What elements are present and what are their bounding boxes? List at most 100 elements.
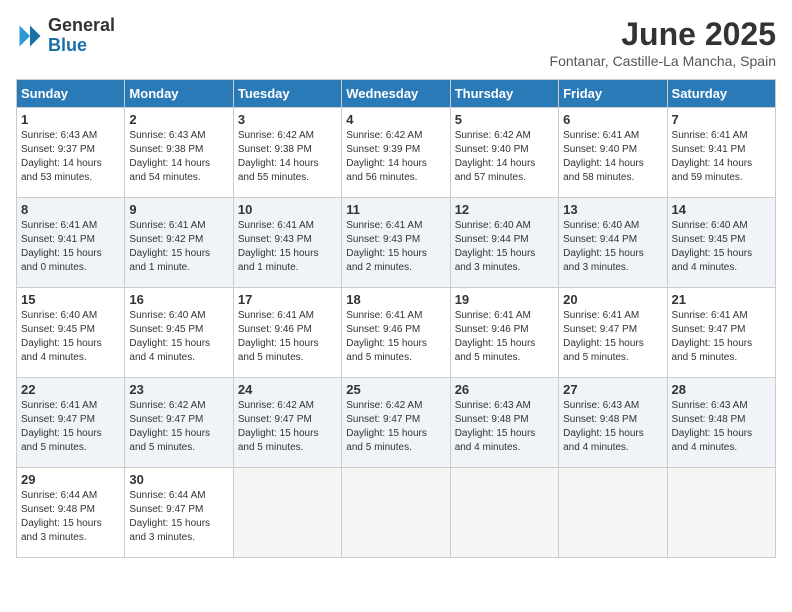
page-header: General Blue June 2025 Fontanar, Castill… bbox=[16, 16, 776, 69]
day-number: 15 bbox=[21, 292, 120, 307]
logo-general: General bbox=[48, 16, 115, 36]
calendar-day-cell: 9 Sunrise: 6:41 AMSunset: 9:42 PMDaylight… bbox=[125, 198, 233, 288]
day-info: Sunrise: 6:43 AMSunset: 9:48 PMDaylight:… bbox=[672, 399, 771, 455]
calendar-day-cell: 13 Sunrise: 6:40 AMSunset: 9:44 PMDayligh… bbox=[559, 198, 667, 288]
day-info: Sunrise: 6:42 AMSunset: 9:47 PMDaylight:… bbox=[129, 399, 228, 455]
day-info: Sunrise: 6:43 AMSunset: 9:48 PMDaylight:… bbox=[455, 399, 554, 455]
day-info: Sunrise: 6:42 AMSunset: 9:39 PMDaylight:… bbox=[346, 129, 445, 185]
calendar-day-cell: 1 Sunrise: 6:43 AMSunset: 9:37 PMDaylight… bbox=[17, 108, 125, 198]
day-info: Sunrise: 6:41 AMSunset: 9:47 PMDaylight:… bbox=[21, 399, 120, 455]
calendar-day-cell: 2Sunrise: 6:43 AMSunset: 9:38 PMDaylight… bbox=[125, 108, 233, 198]
day-number: 8 bbox=[21, 202, 120, 217]
calendar-week-row: 1 Sunrise: 6:43 AMSunset: 9:37 PMDaylight… bbox=[17, 108, 776, 198]
day-number: 11 bbox=[346, 202, 445, 217]
calendar-week-row: 29Sunrise: 6:44 AMSunset: 9:48 PMDayligh… bbox=[17, 468, 776, 558]
calendar-day-cell: 25 Sunrise: 6:42 AMSunset: 9:47 PMDayligh… bbox=[342, 378, 450, 468]
day-number: 18 bbox=[346, 292, 445, 307]
day-number: 7 bbox=[672, 112, 771, 127]
day-number: 26 bbox=[455, 382, 554, 397]
weekday-header: Monday bbox=[125, 80, 233, 108]
calendar-day-cell: 19 Sunrise: 6:41 AMSunset: 9:46 PMDayligh… bbox=[450, 288, 558, 378]
calendar-week-row: 15 Sunrise: 6:40 AMSunset: 9:45 PMDayligh… bbox=[17, 288, 776, 378]
day-number: 23 bbox=[129, 382, 228, 397]
day-info: Sunrise: 6:42 AMSunset: 9:38 PMDaylight:… bbox=[238, 129, 337, 185]
logo: General Blue bbox=[16, 16, 115, 56]
logo-blue: Blue bbox=[48, 36, 115, 56]
day-number: 9 bbox=[129, 202, 228, 217]
day-number: 6 bbox=[563, 112, 662, 127]
day-number: 3 bbox=[238, 112, 337, 127]
calendar-day-cell bbox=[667, 468, 775, 558]
weekday-header: Thursday bbox=[450, 80, 558, 108]
calendar-day-cell bbox=[559, 468, 667, 558]
calendar-day-cell: 28 Sunrise: 6:43 AMSunset: 9:48 PMDayligh… bbox=[667, 378, 775, 468]
calendar-day-cell: 3 Sunrise: 6:42 AMSunset: 9:38 PMDaylight… bbox=[233, 108, 341, 198]
day-number: 12 bbox=[455, 202, 554, 217]
day-info: Sunrise: 6:41 AMSunset: 9:47 PMDaylight:… bbox=[563, 309, 662, 365]
day-number: 2 bbox=[129, 112, 228, 127]
day-info: Sunrise: 6:40 AMSunset: 9:45 PMDaylight:… bbox=[672, 219, 771, 275]
calendar-header-row: SundayMondayTuesdayWednesdayThursdayFrid… bbox=[17, 80, 776, 108]
calendar-day-cell: 18 Sunrise: 6:41 AMSunset: 9:46 PMDayligh… bbox=[342, 288, 450, 378]
calendar-day-cell: 20Sunrise: 6:41 AMSunset: 9:47 PMDayligh… bbox=[559, 288, 667, 378]
day-info: Sunrise: 6:40 AMSunset: 9:44 PMDaylight:… bbox=[455, 219, 554, 275]
calendar-day-cell: 11 Sunrise: 6:41 AMSunset: 9:43 PMDayligh… bbox=[342, 198, 450, 288]
calendar-day-cell: 27 Sunrise: 6:43 AMSunset: 9:48 PMDayligh… bbox=[559, 378, 667, 468]
month-title: June 2025 bbox=[550, 16, 776, 53]
calendar-table: SundayMondayTuesdayWednesdayThursdayFrid… bbox=[16, 79, 776, 558]
calendar-day-cell: 8Sunrise: 6:41 AMSunset: 9:41 PMDaylight… bbox=[17, 198, 125, 288]
day-number: 30 bbox=[129, 472, 228, 487]
calendar-day-cell: 22 Sunrise: 6:41 AMSunset: 9:47 PMDayligh… bbox=[17, 378, 125, 468]
title-area: June 2025 Fontanar, Castille-La Mancha, … bbox=[550, 16, 776, 69]
day-number: 27 bbox=[563, 382, 662, 397]
day-number: 22 bbox=[21, 382, 120, 397]
day-info: Sunrise: 6:43 AMSunset: 9:48 PMDaylight:… bbox=[563, 399, 662, 455]
calendar-day-cell bbox=[233, 468, 341, 558]
day-number: 17 bbox=[238, 292, 337, 307]
day-number: 1 bbox=[21, 112, 120, 127]
day-number: 16 bbox=[129, 292, 228, 307]
day-number: 13 bbox=[563, 202, 662, 217]
calendar-day-cell: 24 Sunrise: 6:42 AMSunset: 9:47 PMDayligh… bbox=[233, 378, 341, 468]
day-info: Sunrise: 6:40 AMSunset: 9:45 PMDaylight:… bbox=[21, 309, 120, 365]
calendar-day-cell: 4 Sunrise: 6:42 AMSunset: 9:39 PMDaylight… bbox=[342, 108, 450, 198]
logo-text: General Blue bbox=[48, 16, 115, 56]
day-info: Sunrise: 6:41 AMSunset: 9:47 PMDaylight:… bbox=[672, 309, 771, 365]
calendar-day-cell: 5 Sunrise: 6:42 AMSunset: 9:40 PMDaylight… bbox=[450, 108, 558, 198]
weekday-header: Wednesday bbox=[342, 80, 450, 108]
location-title: Fontanar, Castille-La Mancha, Spain bbox=[550, 53, 776, 69]
calendar-day-cell: 15 Sunrise: 6:40 AMSunset: 9:45 PMDayligh… bbox=[17, 288, 125, 378]
calendar-day-cell: 16Sunrise: 6:40 AMSunset: 9:45 PMDayligh… bbox=[125, 288, 233, 378]
day-info: Sunrise: 6:42 AMSunset: 9:47 PMDaylight:… bbox=[238, 399, 337, 455]
day-number: 4 bbox=[346, 112, 445, 127]
day-info: Sunrise: 6:41 AMSunset: 9:43 PMDaylight:… bbox=[346, 219, 445, 275]
day-number: 14 bbox=[672, 202, 771, 217]
day-number: 24 bbox=[238, 382, 337, 397]
day-number: 19 bbox=[455, 292, 554, 307]
day-info: Sunrise: 6:42 AMSunset: 9:40 PMDaylight:… bbox=[455, 129, 554, 185]
day-info: Sunrise: 6:40 AMSunset: 9:44 PMDaylight:… bbox=[563, 219, 662, 275]
day-info: Sunrise: 6:41 AMSunset: 9:42 PMDaylight:… bbox=[129, 219, 228, 275]
day-number: 28 bbox=[672, 382, 771, 397]
day-info: Sunrise: 6:41 AMSunset: 9:46 PMDaylight:… bbox=[455, 309, 554, 365]
calendar-day-cell bbox=[450, 468, 558, 558]
calendar-day-cell: 26 Sunrise: 6:43 AMSunset: 9:48 PMDayligh… bbox=[450, 378, 558, 468]
day-info: Sunrise: 6:41 AMSunset: 9:43 PMDaylight:… bbox=[238, 219, 337, 275]
day-number: 25 bbox=[346, 382, 445, 397]
day-info: Sunrise: 6:42 AMSunset: 9:47 PMDaylight:… bbox=[346, 399, 445, 455]
weekday-header: Friday bbox=[559, 80, 667, 108]
day-info: Sunrise: 6:44 AMSunset: 9:48 PMDaylight:… bbox=[21, 489, 120, 545]
calendar-week-row: 8Sunrise: 6:41 AMSunset: 9:41 PMDaylight… bbox=[17, 198, 776, 288]
day-info: Sunrise: 6:41 AMSunset: 9:41 PMDaylight:… bbox=[672, 129, 771, 185]
day-number: 5 bbox=[455, 112, 554, 127]
day-info: Sunrise: 6:43 AMSunset: 9:37 PMDaylight:… bbox=[21, 129, 120, 185]
calendar-day-cell: 17 Sunrise: 6:41 AMSunset: 9:46 PMDayligh… bbox=[233, 288, 341, 378]
calendar-day-cell: 6Sunrise: 6:41 AMSunset: 9:40 PMDaylight… bbox=[559, 108, 667, 198]
calendar-day-cell: 23 Sunrise: 6:42 AMSunset: 9:47 PMDayligh… bbox=[125, 378, 233, 468]
day-number: 21 bbox=[672, 292, 771, 307]
logo-icon bbox=[16, 22, 44, 50]
weekday-header: Saturday bbox=[667, 80, 775, 108]
calendar-day-cell: 21 Sunrise: 6:41 AMSunset: 9:47 PMDayligh… bbox=[667, 288, 775, 378]
day-info: Sunrise: 6:41 AMSunset: 9:46 PMDaylight:… bbox=[238, 309, 337, 365]
day-info: Sunrise: 6:41 AMSunset: 9:46 PMDaylight:… bbox=[346, 309, 445, 365]
